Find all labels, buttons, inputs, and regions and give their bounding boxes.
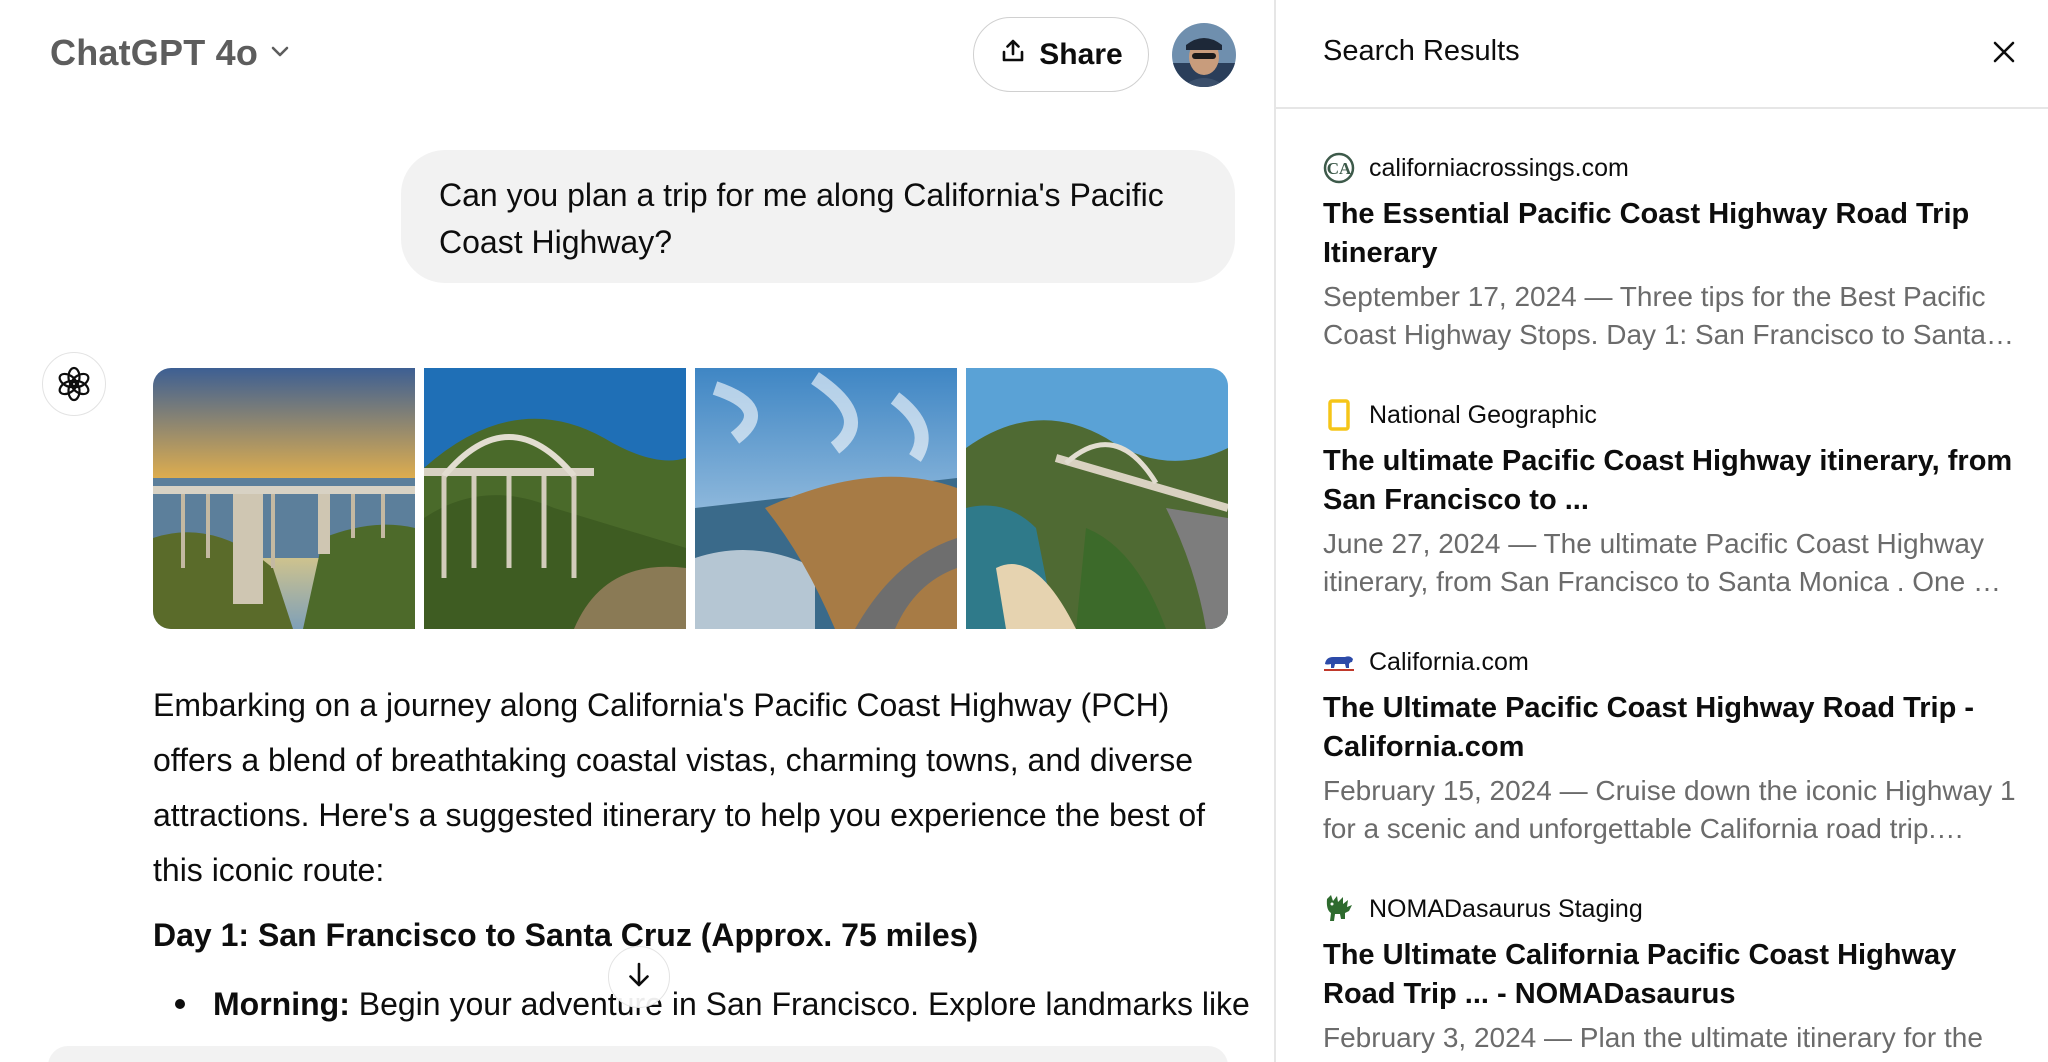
- result-snippet: June 27, 2024 — The ultimate Pacific Coa…: [1323, 528, 2001, 597]
- result-title[interactable]: The Essential Pacific Coast Highway Road…: [1323, 195, 2023, 273]
- svg-text:CA: CA: [1327, 159, 1352, 178]
- search-panel-divider: [1276, 107, 2048, 109]
- bullet-label: Morning:: [213, 986, 350, 1022]
- search-results-panel: Search Results CA californiacrossings.co…: [1276, 0, 2048, 1062]
- search-result[interactable]: National Geographic The ultimate Pacific…: [1323, 398, 2023, 601]
- result-snippet: February 3, 2024 — Plan the ultimate iti…: [1323, 1022, 1983, 1053]
- model-name: ChatGPT 4o: [50, 32, 259, 73]
- search-result[interactable]: NOMADasaurus Staging The Ultimate Califo…: [1323, 892, 2023, 1057]
- bullet-text: Begin your adventure in San Francisco. E…: [349, 986, 1250, 1022]
- composer-input[interactable]: [48, 1046, 1228, 1062]
- avatar[interactable]: [1172, 23, 1236, 87]
- chatgpt-logo-icon: [42, 352, 106, 416]
- model-selector[interactable]: ChatGPT 4o: [50, 32, 292, 74]
- image-coastal-road[interactable]: [695, 368, 957, 629]
- natgeo-frame-icon: [1323, 399, 1355, 431]
- result-source: National Geographic: [1323, 398, 2023, 432]
- chevron-down-icon: [268, 39, 292, 68]
- search-result[interactable]: CA californiacrossings.com The Essential…: [1323, 151, 2023, 354]
- result-domain: California.com: [1369, 647, 1529, 676]
- image-bixby-bridge-hills[interactable]: [424, 368, 686, 629]
- close-icon: [1991, 39, 2017, 70]
- user-message: Can you plan a trip for me along Califor…: [401, 150, 1235, 283]
- share-button[interactable]: Share: [973, 17, 1149, 92]
- result-title[interactable]: The ultimate Pacific Coast Highway itine…: [1323, 442, 2023, 520]
- image-bridge-aerial[interactable]: [966, 368, 1228, 629]
- result-title[interactable]: The Ultimate Pacific Coast Highway Road …: [1323, 689, 2023, 767]
- chat-pane: ChatGPT 4o Share Can you plan a trip for…: [0, 0, 1274, 1062]
- result-snippet: February 15, 2024 — Cruise down the icon…: [1323, 775, 2016, 844]
- scroll-to-bottom-button[interactable]: [608, 946, 670, 1008]
- result-source: CA californiacrossings.com: [1323, 151, 2023, 185]
- bullet-dot: [175, 998, 185, 1009]
- arrow-down-icon: [624, 960, 654, 995]
- search-panel-title: Search Results: [1323, 35, 1520, 67]
- dinosaur-icon: [1323, 893, 1355, 925]
- close-button[interactable]: [1984, 34, 2024, 74]
- search-result[interactable]: California.com The Ultimate Pacific Coas…: [1323, 645, 2023, 848]
- day1-heading: Day 1: San Francisco to Santa Cruz (Appr…: [153, 917, 979, 953]
- result-title[interactable]: The Ultimate California Pacific Coast Hi…: [1323, 936, 2023, 1014]
- share-icon: [999, 37, 1027, 73]
- bear-icon: [1323, 646, 1355, 678]
- share-label: Share: [1039, 37, 1123, 71]
- ca-logo-icon: CA: [1323, 152, 1355, 184]
- list-item-morning: Morning: Begin your adventure in San Fra…: [153, 986, 1253, 1023]
- result-source: California.com: [1323, 645, 2023, 679]
- image-bixby-bridge-sunset[interactable]: [153, 368, 415, 629]
- result-domain: NOMADasaurus Staging: [1369, 894, 1643, 923]
- image-strip: [153, 368, 1228, 629]
- assistant-intro: Embarking on a journey along California'…: [153, 687, 1206, 888]
- result-snippet: September 17, 2024 — Three tips for the …: [1323, 281, 2014, 350]
- result-domain: californiacrossings.com: [1369, 153, 1629, 182]
- result-source: NOMADasaurus Staging: [1323, 892, 2023, 926]
- result-domain: National Geographic: [1369, 400, 1597, 429]
